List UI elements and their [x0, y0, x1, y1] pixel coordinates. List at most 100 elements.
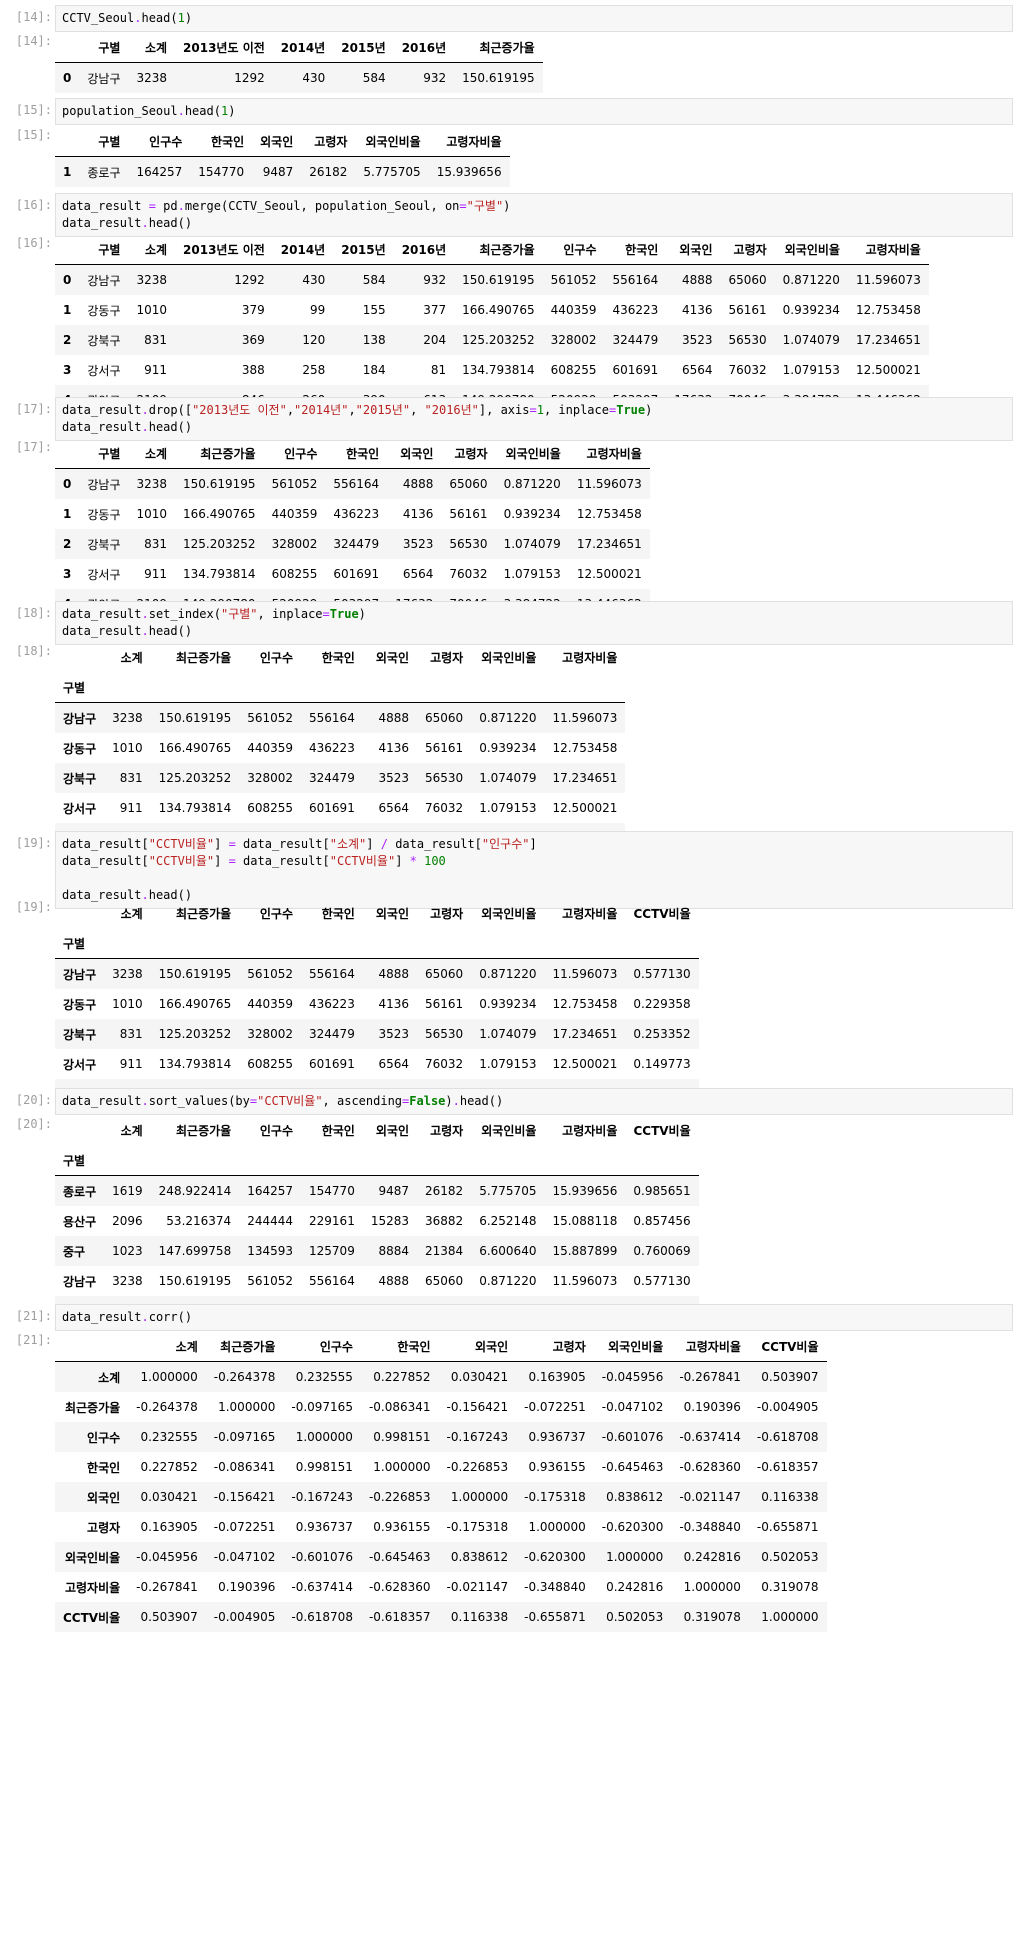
table-cell: -0.226853	[446, 1460, 509, 1474]
table-cell: 608255	[247, 1057, 294, 1071]
row-index: 외국인비율	[64, 1550, 121, 1565]
table-row: 강서구 911 134.793814 608255 601691 6564 76032 1.0…	[55, 1049, 699, 1079]
table-cell: 1.079153	[782, 363, 840, 377]
row-index: 인구수	[87, 1430, 121, 1445]
row-index: 최근증가율	[64, 1400, 121, 1415]
table-cell: 3238	[136, 273, 168, 287]
column-header: 한국인	[190, 126, 253, 157]
table-cell: 4136	[681, 303, 713, 317]
table-cell: 911	[144, 567, 168, 581]
code-token: .	[141, 624, 149, 638]
table-cell: 1.000000	[140, 1370, 198, 1384]
code-token: pd	[155, 199, 178, 213]
column-header: 소계	[128, 234, 176, 265]
table-cell: 1619	[112, 1184, 143, 1198]
row-index: 강북구	[63, 771, 97, 786]
table-cell: 0.503907	[140, 1610, 198, 1624]
table-cell: 강북구	[87, 333, 121, 348]
code-cell-input[interactable]: data_result.drop(["2013년도 이전","2014년","2…	[55, 397, 1013, 441]
table-cell: 440359	[247, 997, 294, 1011]
empty-header	[301, 928, 363, 959]
code-token: .	[141, 1310, 149, 1324]
input-prompt: [21]:	[15, 1309, 52, 1323]
input-prompt: [18]:	[15, 606, 52, 620]
code-token: True	[616, 403, 646, 417]
column-header: 인구수	[542, 234, 605, 265]
table-cell: 4888	[681, 273, 713, 287]
row-index: 용산구	[63, 1214, 97, 1229]
table-cell: 0.503907	[761, 1370, 819, 1384]
table-cell: 601691	[309, 1057, 355, 1071]
row-index: CCTV비율	[63, 1610, 121, 1625]
code-token: ,	[286, 403, 295, 417]
table-cell: -0.645463	[368, 1550, 431, 1564]
code-cell-input[interactable]: data_result.corr()	[55, 1304, 1013, 1331]
code-token: ]	[214, 837, 229, 851]
table-cell: 932	[423, 273, 447, 287]
code-token: "2014년"	[294, 403, 349, 417]
table-cell: 911	[119, 801, 143, 815]
table-cell: -0.097165	[213, 1430, 276, 1444]
code-token: =	[529, 403, 537, 417]
table-cell: 1.074079	[782, 333, 840, 347]
table-cell: 76032	[728, 363, 767, 377]
column-header: 고령자	[430, 650, 464, 665]
table-row: 최근증가율 -0.264378 1.000000 -0.097165 -0.086341…	[55, 1392, 827, 1422]
table-row: CCTV비율 0.503907 -0.004905 -0.618708 -0.61835…	[55, 1602, 827, 1632]
table-cell: 76032	[425, 801, 464, 815]
output-prompt: [16]:	[15, 236, 52, 250]
code-cell-input[interactable]: CCTV_Seoul.head(1)	[55, 5, 1013, 32]
row-index: 강서구	[63, 801, 97, 816]
row-index: 1	[63, 303, 72, 317]
row-index: 강서구	[63, 1057, 97, 1072]
code-token: /	[380, 837, 388, 851]
output-area: 소계 최근증가율 인구수 한국인 외국인 고령자 외국인비율 고령자비율 구별 강남구 3238 15…	[55, 642, 626, 853]
code-line: data_result.corr()	[62, 1309, 1006, 1326]
code-line: data_result.sort_values(by="CCTV비율", asc…	[62, 1093, 1006, 1110]
empty-header	[104, 928, 151, 959]
code-token: head()	[148, 216, 193, 230]
empty-header	[362, 928, 418, 959]
table-cell: 1023	[112, 1244, 143, 1258]
table-cell: 164257	[247, 1184, 294, 1198]
table-cell: 0.871220	[503, 477, 561, 491]
empty-header	[471, 928, 545, 959]
table-cell: -0.618708	[756, 1430, 819, 1444]
code-token: data_result[	[235, 854, 330, 868]
code-cell-input[interactable]: data_result.set_index("구별", inplace=True…	[55, 601, 1013, 645]
code-token: 100	[424, 854, 446, 868]
code-token: .	[177, 104, 185, 118]
code-line: data_result.drop(["2013년도 이전","2014년","2…	[62, 402, 1006, 419]
table-cell: -0.004905	[756, 1400, 819, 1414]
column-header: 최근증가율	[175, 438, 264, 469]
empty-header	[471, 672, 545, 703]
column-header: 외국인비율	[481, 1123, 537, 1138]
table-cell: -0.072251	[213, 1520, 276, 1534]
column-header: 최근증가율	[176, 906, 232, 921]
code-cell-input[interactable]: population_Seoul.head(1)	[55, 98, 1013, 125]
table-cell: 184	[362, 363, 386, 377]
row-index: 0	[63, 273, 72, 287]
table-cell: 5.775705	[479, 1184, 537, 1198]
table-cell: -0.267841	[136, 1580, 198, 1594]
table-cell: 17.234651	[576, 537, 642, 551]
code-cell-input[interactable]: data_result.sort_values(by="CCTV비율", asc…	[55, 1088, 1013, 1115]
code-cell-input[interactable]: data_result = pd.merge(CCTV_Seoul, popul…	[55, 193, 1013, 237]
table-cell: 0.871220	[782, 273, 840, 287]
table-cell: 138	[362, 333, 386, 347]
table-cell: 4136	[378, 741, 410, 755]
table-cell: 3238	[112, 1274, 143, 1288]
column-header: 2014년	[272, 32, 334, 63]
table-cell: 76032	[449, 567, 488, 581]
table-cell: 150.619195	[158, 1274, 232, 1288]
code-token: data_result[	[387, 837, 482, 851]
column-header: 인구수	[259, 650, 294, 665]
column-header: 외국인	[375, 650, 410, 665]
table-cell: 0.502053	[761, 1550, 819, 1564]
column-header: 외국인	[375, 1123, 410, 1138]
row-index: 외국인	[87, 1490, 121, 1505]
table-cell: 53.216374	[166, 1214, 232, 1228]
row-index: 한국인	[87, 1460, 121, 1475]
table-cell: 0.227852	[373, 1370, 431, 1384]
table-cell: 440359	[271, 507, 318, 521]
